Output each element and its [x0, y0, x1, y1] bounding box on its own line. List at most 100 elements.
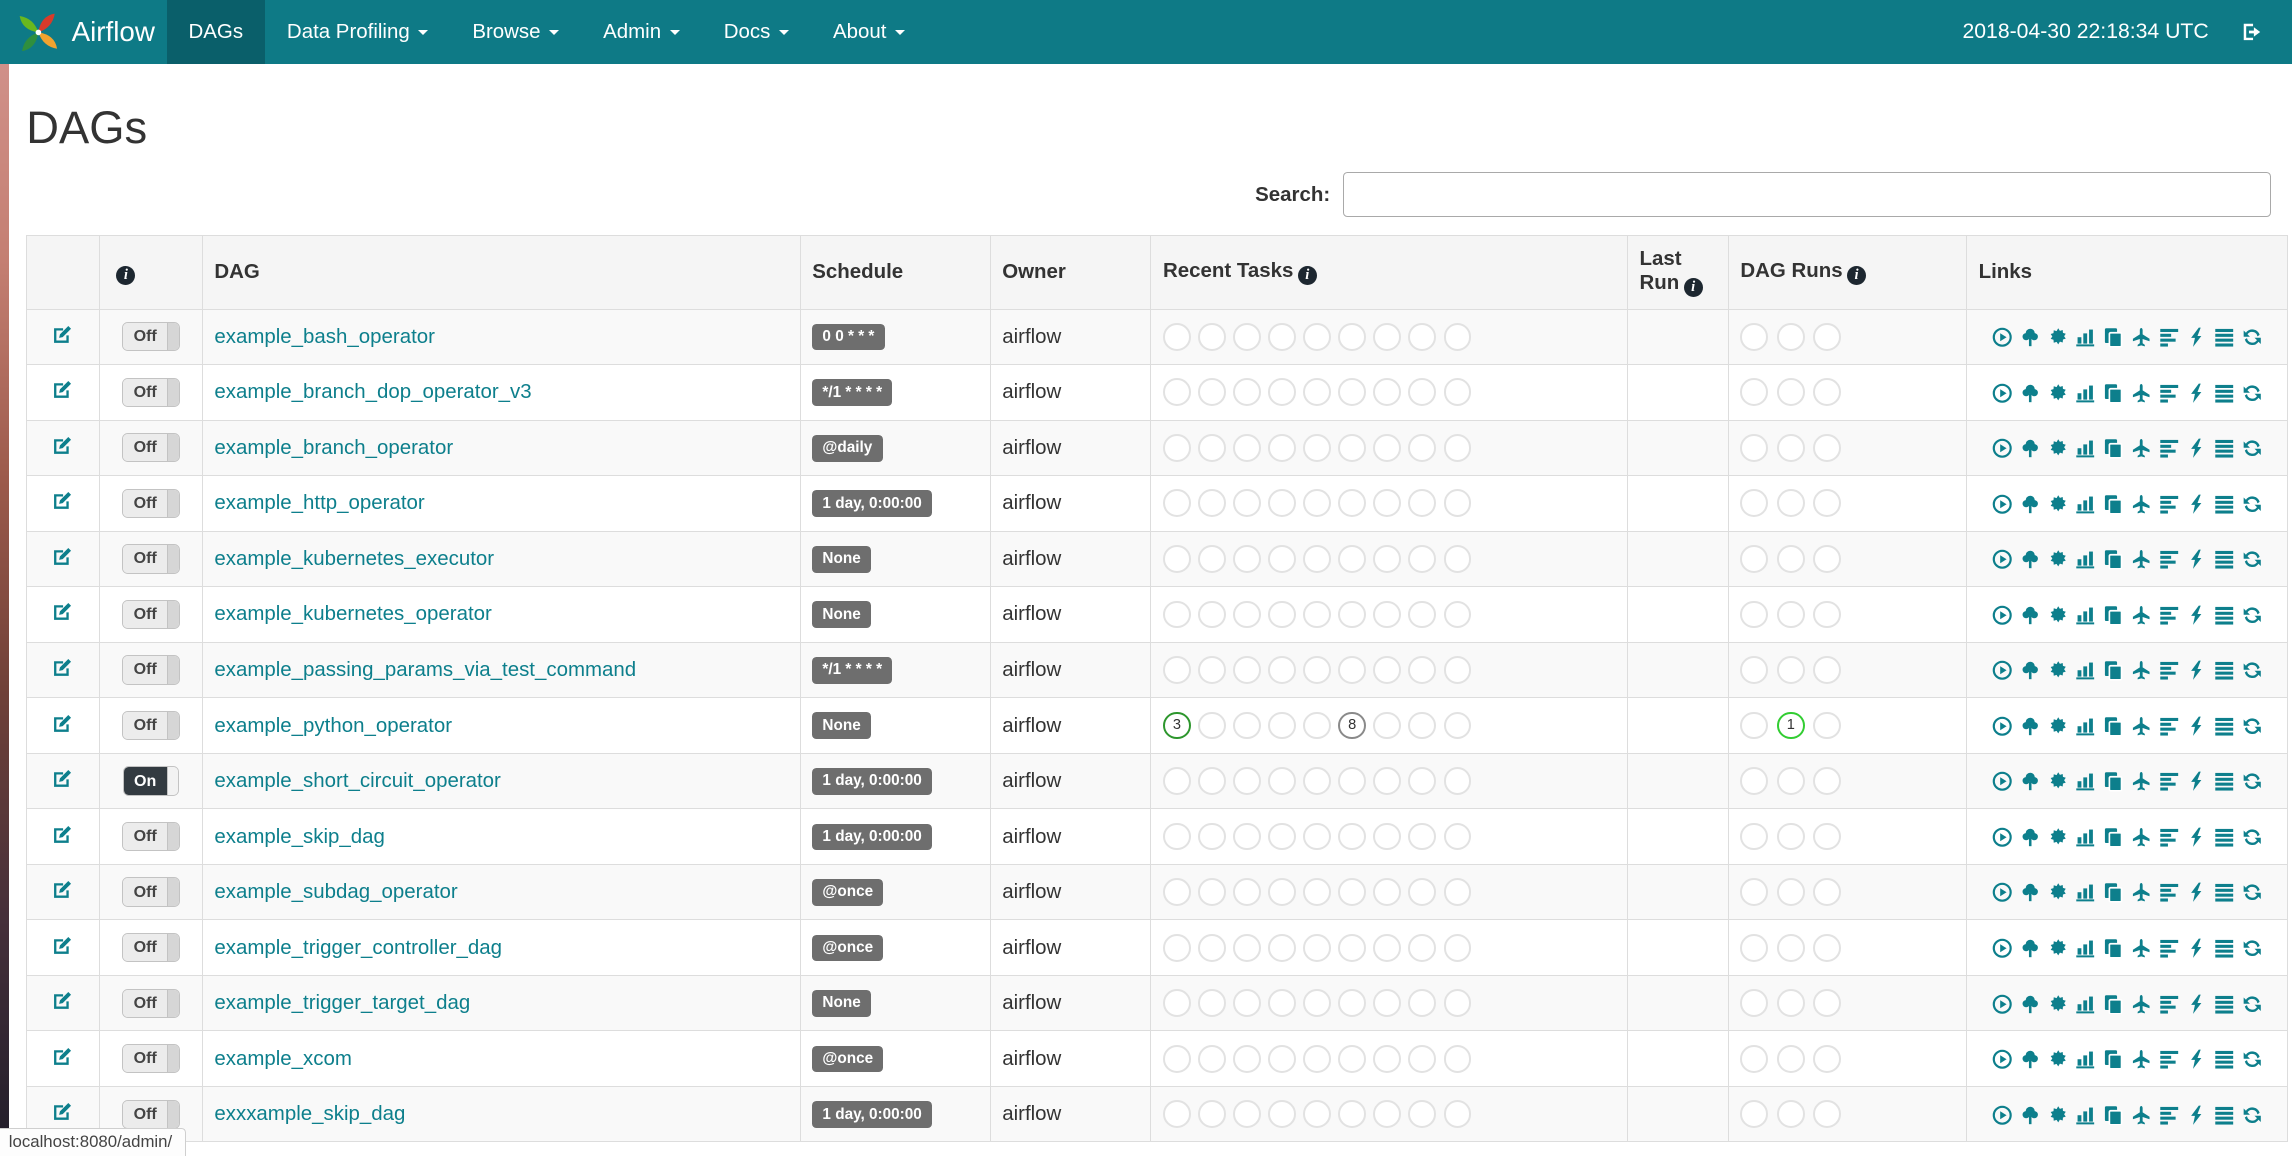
edit-dag-icon[interactable]: [52, 1045, 74, 1067]
code-icon[interactable]: [2186, 880, 2206, 904]
recent-task-circle[interactable]: [1408, 822, 1437, 851]
landing-times-icon[interactable]: [2131, 1047, 2151, 1071]
recent-task-circle[interactable]: [1268, 933, 1296, 962]
dag-pause-toggle[interactable]: Off: [122, 433, 180, 463]
recent-task-circle[interactable]: [1408, 878, 1437, 906]
recent-task-circle[interactable]: [1443, 767, 1472, 795]
refresh-icon[interactable]: [2242, 436, 2262, 460]
recent-task-circle[interactable]: [1408, 322, 1437, 351]
task-tries-icon[interactable]: [2103, 547, 2123, 571]
trigger-dag-icon[interactable]: [1992, 991, 2012, 1015]
dag-run-circle[interactable]: [1813, 1044, 1842, 1073]
recent-task-circle[interactable]: [1338, 933, 1367, 962]
details-icon[interactable]: [2214, 491, 2234, 515]
edit-dag-icon[interactable]: [52, 712, 74, 734]
dag-run-circle[interactable]: [1776, 545, 1805, 573]
landing-times-icon[interactable]: [2131, 880, 2151, 904]
dag-link[interactable]: exxxample_skip_dag: [214, 1102, 405, 1125]
landing-times-icon[interactable]: [2131, 325, 2151, 349]
recent-task-circle[interactable]: [1338, 1100, 1367, 1129]
recent-task-circle[interactable]: [1233, 989, 1261, 1018]
landing-times-icon[interactable]: [2131, 436, 2151, 460]
dag-run-circle[interactable]: [1740, 656, 1769, 684]
dag-run-circle[interactable]: [1740, 1100, 1769, 1129]
recent-task-circle[interactable]: [1303, 1100, 1332, 1129]
trigger-dag-icon[interactable]: [1992, 658, 2012, 682]
code-icon[interactable]: [2186, 769, 2206, 793]
task-tries-icon[interactable]: [2103, 825, 2123, 849]
recent-task-circle[interactable]: [1443, 545, 1472, 573]
recent-task-circle[interactable]: [1268, 878, 1296, 906]
task-tries-icon[interactable]: [2103, 1047, 2123, 1071]
details-icon[interactable]: [2214, 991, 2234, 1015]
task-duration-icon[interactable]: [2075, 1047, 2095, 1071]
recent-task-circle[interactable]: [1303, 711, 1332, 740]
recent-task-circle[interactable]: [1373, 600, 1402, 629]
gantt-icon[interactable]: [2159, 325, 2179, 349]
tree-view-icon[interactable]: [2020, 714, 2040, 738]
task-duration-icon[interactable]: [2075, 436, 2095, 460]
recent-task-circle[interactable]: [1268, 378, 1296, 407]
recent-task-circle[interactable]: [1163, 878, 1191, 906]
code-icon[interactable]: [2186, 825, 2206, 849]
refresh-icon[interactable]: [2242, 602, 2262, 626]
dag-run-circle[interactable]: [1776, 656, 1805, 684]
graph-view-icon[interactable]: [2048, 602, 2068, 626]
edit-dag-icon[interactable]: [52, 434, 74, 456]
dag-pause-toggle[interactable]: Off: [122, 988, 180, 1018]
refresh-icon[interactable]: [2242, 991, 2262, 1015]
recent-task-circle[interactable]: [1233, 545, 1261, 573]
dag-pause-toggle[interactable]: On: [122, 766, 180, 796]
tree-view-icon[interactable]: [2020, 1047, 2040, 1071]
recent-task-circle[interactable]: [1443, 600, 1472, 629]
recent-task-circle[interactable]: [1198, 600, 1226, 629]
dag-run-circle[interactable]: 1: [1776, 711, 1805, 740]
recent-task-circle[interactable]: [1408, 767, 1437, 795]
recent-task-circle[interactable]: [1268, 600, 1296, 629]
dag-run-circle[interactable]: [1813, 322, 1842, 351]
details-icon[interactable]: [2214, 769, 2234, 793]
dag-run-circle[interactable]: [1740, 1044, 1769, 1073]
nav-item-browse[interactable]: Browse: [450, 0, 581, 64]
recent-task-circle[interactable]: [1338, 767, 1367, 795]
tree-view-icon[interactable]: [2020, 602, 2040, 626]
code-icon[interactable]: [2186, 380, 2206, 404]
gantt-icon[interactable]: [2159, 936, 2179, 960]
recent-task-circle[interactable]: [1233, 433, 1261, 462]
edit-dag-icon[interactable]: [52, 989, 74, 1011]
edit-dag-icon[interactable]: [52, 600, 74, 622]
dag-pause-toggle[interactable]: Off: [122, 877, 180, 907]
recent-task-circle[interactable]: [1443, 489, 1472, 518]
recent-task-circle[interactable]: [1443, 822, 1472, 851]
task-duration-icon[interactable]: [2075, 1102, 2095, 1126]
recent-task-circle[interactable]: [1443, 433, 1472, 462]
recent-task-circle[interactable]: [1443, 1100, 1472, 1129]
recent-task-circle[interactable]: [1233, 1100, 1261, 1129]
task-tries-icon[interactable]: [2103, 436, 2123, 460]
landing-times-icon[interactable]: [2131, 547, 2151, 571]
dag-run-circle[interactable]: [1776, 600, 1805, 629]
gantt-icon[interactable]: [2159, 436, 2179, 460]
dag-run-circle[interactable]: [1776, 878, 1805, 906]
logout-icon[interactable]: [2241, 21, 2263, 43]
gantt-icon[interactable]: [2159, 825, 2179, 849]
recent-task-circle[interactable]: 8: [1338, 711, 1367, 740]
recent-task-circle[interactable]: [1408, 489, 1437, 518]
edit-dag-icon[interactable]: [52, 545, 74, 567]
tree-view-icon[interactable]: [2020, 769, 2040, 793]
refresh-icon[interactable]: [2242, 880, 2262, 904]
task-duration-icon[interactable]: [2075, 880, 2095, 904]
graph-view-icon[interactable]: [2048, 325, 2068, 349]
task-tries-icon[interactable]: [2103, 602, 2123, 626]
graph-view-icon[interactable]: [2048, 936, 2068, 960]
tree-view-icon[interactable]: [2020, 991, 2040, 1015]
recent-task-circle[interactable]: [1268, 322, 1296, 351]
task-duration-icon[interactable]: [2075, 991, 2095, 1015]
task-tries-icon[interactable]: [2103, 880, 2123, 904]
task-tries-icon[interactable]: [2103, 1102, 2123, 1126]
recent-task-circle[interactable]: [1268, 822, 1296, 851]
details-icon[interactable]: [2214, 936, 2234, 960]
trigger-dag-icon[interactable]: [1992, 825, 2012, 849]
recent-task-circle[interactable]: [1303, 433, 1332, 462]
dag-run-circle[interactable]: [1740, 322, 1769, 351]
